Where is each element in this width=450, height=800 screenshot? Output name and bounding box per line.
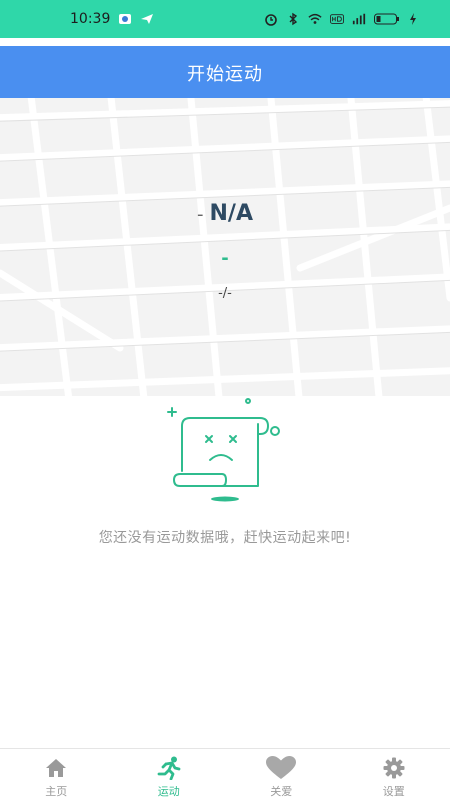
running-icon [156, 756, 182, 780]
secondary-stat: - [221, 248, 229, 269]
header-bar: 开始运动 [0, 46, 450, 98]
map-streets [0, 98, 450, 396]
battery-icon [374, 13, 399, 25]
primary-stat-dash: - [197, 204, 204, 225]
primary-stat: - N/A [0, 201, 450, 226]
nav-item-home[interactable]: 主页 [0, 749, 113, 800]
primary-stat-value: N/A [209, 201, 253, 226]
alarm-icon [265, 14, 277, 26]
status-divider [0, 38, 450, 46]
status-time: 10:39 [70, 11, 111, 27]
status-bar: 10:39 [0, 0, 450, 38]
gear-icon [381, 756, 407, 780]
heart-icon [264, 756, 298, 780]
eye-app-icon [119, 14, 131, 24]
sad-scroll-icon [167, 398, 280, 502]
hd-icon [330, 14, 344, 24]
home-icon [43, 756, 69, 780]
empty-state-message: 您还没有运动数据哦，赶快运动起来吧! [98, 530, 352, 546]
status-left-icons [118, 12, 154, 26]
bluetooth-icon [289, 12, 298, 26]
charging-icon [410, 13, 416, 25]
paper-plane-icon [141, 14, 153, 24]
nav-label-home: 主页 [45, 785, 68, 798]
nav-label-care: 关爱 [270, 785, 293, 798]
nav-item-exercise[interactable]: 运动 [113, 749, 226, 800]
nav-label-exercise: 运动 [157, 785, 180, 798]
bottom-nav: 主页 运动 关爱 设置 [0, 748, 450, 800]
wifi-icon [308, 13, 322, 24]
nav-item-settings[interactable]: 设置 [338, 749, 450, 800]
signal-icon [352, 13, 366, 25]
nav-item-care[interactable]: 关爱 [225, 749, 338, 800]
page-title: 开始运动 [187, 64, 263, 85]
status-right-icons [264, 12, 418, 26]
nav-label-settings: 设置 [382, 785, 405, 798]
ratio-stat: -/- [218, 286, 232, 301]
map-view[interactable]: - N/A - -/- [0, 98, 450, 396]
